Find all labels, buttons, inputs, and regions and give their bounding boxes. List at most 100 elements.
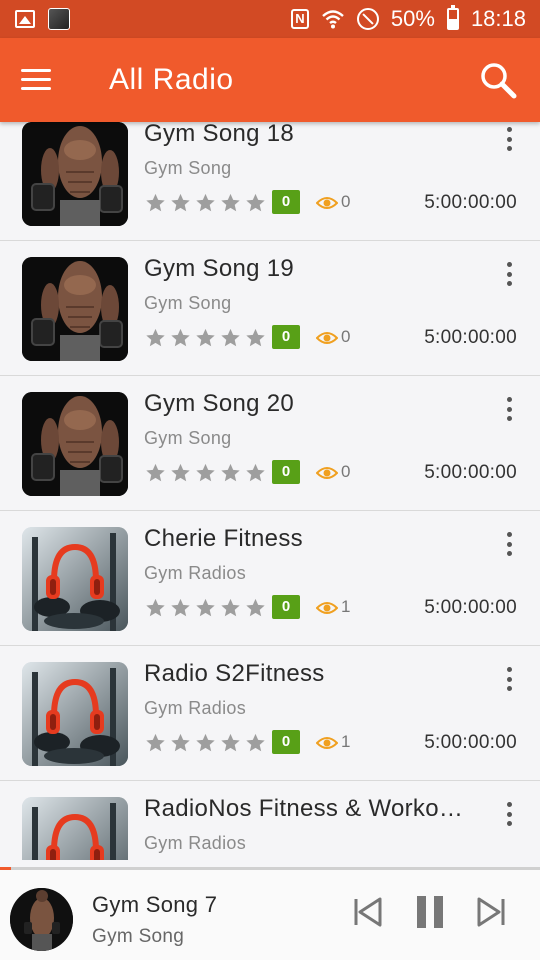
- star-icon[interactable]: [144, 192, 167, 214]
- more-options-icon[interactable]: [502, 394, 516, 424]
- views-count: 1: [341, 732, 351, 751]
- rating-count-badge: 0: [272, 325, 300, 349]
- star-icon[interactable]: [169, 192, 192, 214]
- star-icon[interactable]: [219, 462, 242, 484]
- views-count: 0: [341, 192, 351, 211]
- star-rating[interactable]: [144, 462, 267, 484]
- now-playing-category: Gym Song: [92, 926, 185, 947]
- star-rating[interactable]: [144, 192, 267, 214]
- app-notification-icon: [48, 8, 70, 30]
- mini-player[interactable]: Gym Song 7 Gym Song: [0, 870, 540, 960]
- star-icon[interactable]: [219, 597, 242, 619]
- star-icon[interactable]: [219, 327, 242, 349]
- station-row[interactable]: Cherie Fitness Gym Radios 0 1 5:00:00:00: [0, 511, 540, 646]
- star-icon[interactable]: [244, 462, 267, 484]
- star-icon[interactable]: [169, 597, 192, 619]
- station-duration: 5:00:00:00: [424, 732, 517, 753]
- star-icon[interactable]: [194, 732, 217, 754]
- star-icon[interactable]: [219, 732, 242, 754]
- star-icon[interactable]: [219, 192, 242, 214]
- star-icon[interactable]: [144, 462, 167, 484]
- search-button[interactable]: [456, 38, 540, 122]
- station-category: Gym Song: [144, 428, 232, 448]
- eye-icon: [316, 467, 338, 479]
- more-options-icon[interactable]: [502, 529, 516, 559]
- station-row[interactable]: Radio S2Fitness Gym Radios 0 1 5:00:00:0…: [0, 646, 540, 781]
- more-options-icon[interactable]: [502, 799, 516, 829]
- now-playing-title: Gym Song 7: [92, 892, 218, 917]
- star-icon[interactable]: [194, 597, 217, 619]
- star-icon[interactable]: [194, 462, 217, 484]
- views-count: 1: [341, 597, 351, 616]
- battery-percent: 50%: [390, 6, 435, 31]
- station-artwork: [22, 527, 128, 631]
- star-icon[interactable]: [169, 327, 192, 349]
- star-rating[interactable]: [144, 327, 267, 349]
- next-button[interactable]: [471, 892, 511, 932]
- station-artwork: [22, 392, 128, 496]
- rating-count-badge: 0: [272, 460, 300, 484]
- battery-icon: [446, 5, 459, 30]
- star-rating[interactable]: [144, 597, 267, 619]
- station-title: RadioNos Fitness & Workout...: [144, 795, 474, 822]
- star-icon[interactable]: [194, 327, 217, 349]
- star-rating[interactable]: [144, 732, 267, 754]
- eye-icon: [316, 197, 338, 209]
- wifi-icon: [322, 10, 344, 29]
- gallery-notification-icon: [14, 8, 36, 30]
- station-category: Gym Radios: [144, 833, 247, 853]
- star-icon[interactable]: [144, 597, 167, 619]
- station-title: Gym Song 18: [144, 122, 295, 147]
- station-category: Gym Radios: [144, 698, 247, 718]
- station-title: Cherie Fitness: [144, 525, 303, 552]
- station-row[interactable]: Gym Song 20 Gym Song 0 0 5:00:00:00: [0, 376, 540, 511]
- star-icon[interactable]: [244, 597, 267, 619]
- previous-button[interactable]: [348, 892, 388, 932]
- more-options-icon[interactable]: [502, 259, 516, 289]
- station-artwork: [22, 797, 128, 860]
- station-list[interactable]: Gym Song 18 Gym Song 0 0 5:00:00:00 Gym …: [0, 122, 540, 860]
- station-duration: 5:00:00:00: [424, 597, 517, 618]
- page-title: All Radio: [109, 63, 234, 96]
- more-options-icon[interactable]: [502, 664, 516, 694]
- station-title: Gym Song 20: [144, 390, 295, 417]
- station-row[interactable]: Gym Song 18 Gym Song 0 0 5:00:00:00: [0, 122, 540, 241]
- do-not-disturb-icon: [356, 8, 379, 30]
- pause-button[interactable]: [410, 892, 450, 932]
- rating-count-badge: 0: [272, 595, 300, 619]
- station-category: Gym Song: [144, 293, 232, 313]
- eye-icon: [316, 602, 338, 614]
- pause-icon: [417, 896, 443, 928]
- nfc-icon: N: [290, 9, 309, 29]
- menu-button[interactable]: [0, 38, 72, 122]
- station-artwork: [22, 662, 128, 766]
- eye-icon: [316, 332, 338, 344]
- star-icon[interactable]: [169, 462, 192, 484]
- more-options-icon[interactable]: [502, 124, 516, 154]
- station-duration: 5:00:00:00: [424, 327, 517, 348]
- star-icon[interactable]: [244, 327, 267, 349]
- star-icon[interactable]: [144, 327, 167, 349]
- station-artwork: [22, 257, 128, 361]
- star-icon[interactable]: [194, 192, 217, 214]
- station-artwork: [22, 122, 128, 226]
- star-icon[interactable]: [244, 192, 267, 214]
- station-title: Gym Song 19: [144, 255, 295, 282]
- station-duration: 5:00:00:00: [424, 462, 517, 483]
- now-playing-artwork: [10, 888, 73, 951]
- star-icon[interactable]: [244, 732, 267, 754]
- app-bar: All Radio: [0, 38, 540, 122]
- star-icon[interactable]: [144, 732, 167, 754]
- skip-previous-icon: [354, 897, 382, 927]
- skip-next-icon: [477, 897, 505, 927]
- station-row[interactable]: RadioNos Fitness & Workout... Gym Radios: [0, 781, 540, 860]
- views-count: 0: [341, 327, 351, 346]
- clock: 18:18: [470, 6, 526, 31]
- search-icon: [481, 63, 517, 99]
- star-icon[interactable]: [169, 732, 192, 754]
- station-title: Radio S2Fitness: [144, 660, 325, 687]
- station-category: Gym Song: [144, 158, 232, 178]
- station-row[interactable]: Gym Song 19 Gym Song 0 0 5:00:00:00: [0, 241, 540, 376]
- hamburger-menu-icon: [21, 69, 51, 91]
- eye-icon: [316, 737, 338, 749]
